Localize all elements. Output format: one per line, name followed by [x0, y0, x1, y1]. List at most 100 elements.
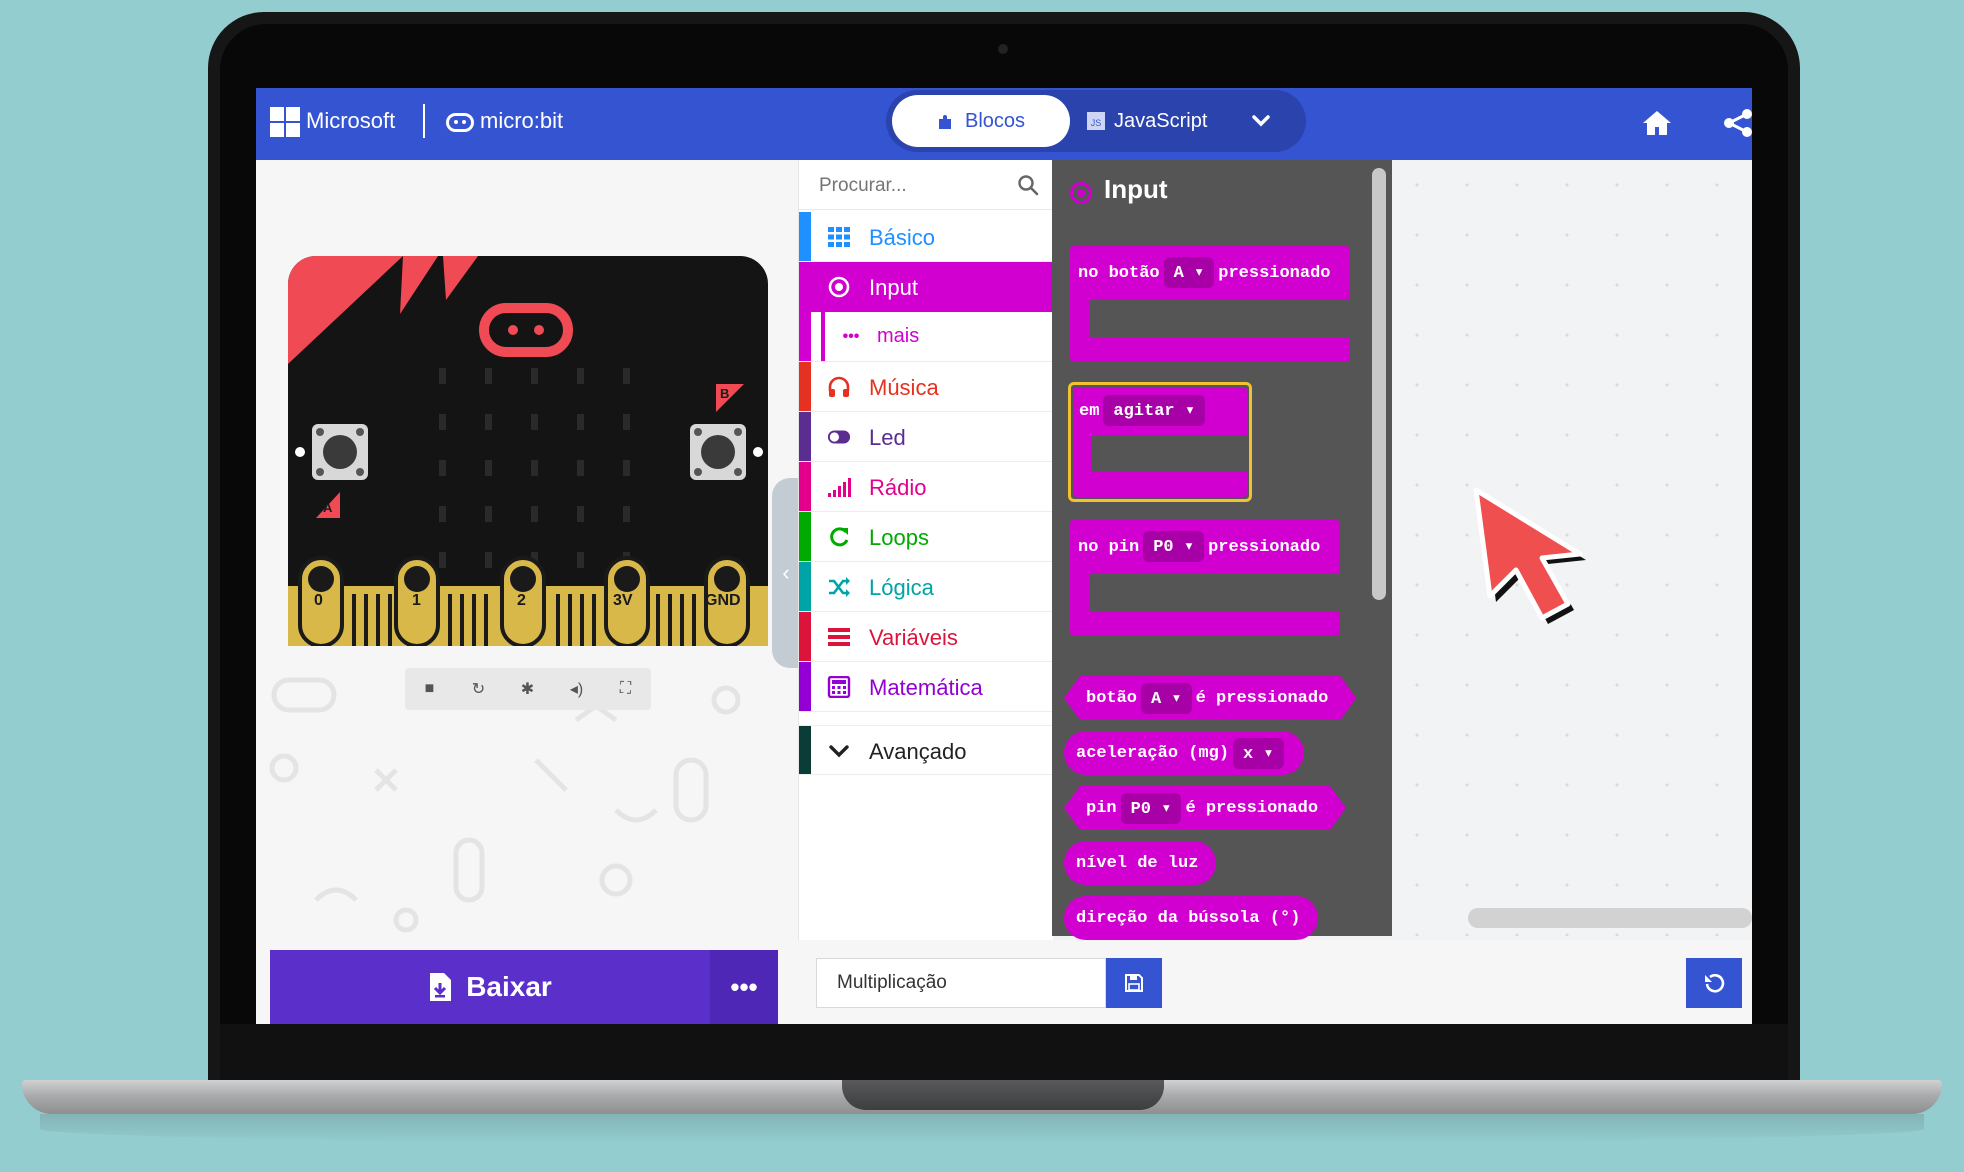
toolbox: Básico Input ••• mais Música Led Rádio — [798, 160, 1053, 940]
category-label: Led — [869, 425, 906, 450]
category-radio[interactable]: Rádio — [799, 462, 1053, 512]
category-loops[interactable]: Loops — [799, 512, 1053, 562]
workspace-scrollbar[interactable] — [1468, 908, 1752, 928]
category-label: Música — [869, 375, 939, 400]
grid-icon — [828, 227, 850, 247]
home-icon[interactable] — [1640, 106, 1674, 140]
category-label: Rádio — [869, 475, 927, 500]
block-pin-is-pressed[interactable]: pin P0 ▾ é pressionado — [1064, 786, 1346, 830]
more-icon: ••• — [842, 328, 860, 345]
toggle-icon — [827, 430, 851, 444]
category-input[interactable]: Input — [799, 262, 1053, 312]
block-button-is-pressed[interactable]: botão A ▾ é pressionado — [1064, 676, 1356, 720]
chevron-left-icon: ‹ — [782, 560, 790, 585]
category-label: Avançado — [869, 739, 967, 764]
stop-icon[interactable]: ■ — [405, 668, 454, 710]
target-icon — [828, 276, 850, 298]
category-label: mais — [877, 325, 920, 347]
category-matematica[interactable]: Matemática — [799, 662, 1053, 712]
category-variaveis[interactable]: Variáveis — [799, 612, 1053, 662]
microsoft-logo-icon — [270, 107, 300, 137]
category-logica[interactable]: Lógica — [799, 562, 1053, 612]
brand-divider — [423, 104, 425, 138]
tab-blocks-label: Blocos — [964, 109, 1026, 132]
search-input[interactable] — [817, 173, 1001, 199]
search-icon[interactable] — [1017, 174, 1039, 196]
tab-javascript-label: JavaScript — [1114, 109, 1208, 132]
pin-dropdown[interactable]: P0 ▾ — [1121, 793, 1182, 824]
signal-icon — [828, 478, 851, 497]
microbit-logo-icon — [446, 113, 474, 132]
brand-microbit[interactable]: micro:bit — [480, 108, 563, 134]
category-input-more[interactable]: ••• mais — [799, 312, 1053, 362]
debug-icon[interactable]: ✱ — [503, 668, 552, 710]
simulator-toolbar: ■ ↻ ✱ ◂) ⛶ — [405, 668, 651, 710]
category-label: Básico — [869, 225, 936, 250]
axis-dropdown[interactable]: x ▾ — [1233, 737, 1284, 769]
tab-blocks[interactable]: Blocos — [892, 95, 1070, 147]
category-musica[interactable]: Música — [799, 362, 1053, 412]
category-label: Matemática — [869, 675, 983, 700]
tab-javascript[interactable]: JS JavaScript — [1086, 95, 1236, 147]
project-name-input[interactable] — [816, 958, 1106, 1008]
sound-icon[interactable]: ◂) — [552, 668, 601, 710]
puzzle-icon — [938, 115, 951, 129]
laptop-notch — [842, 1080, 1164, 1110]
webcam — [998, 44, 1008, 54]
block-text: pressionado — [1218, 264, 1331, 283]
js-file-icon: JS — [1087, 112, 1105, 130]
more-icon: ••• — [730, 971, 758, 1002]
fullscreen-icon[interactable]: ⛶ — [601, 668, 650, 710]
button-dropdown[interactable]: A ▾ — [1163, 257, 1215, 288]
simulator-pane: 0 1 2 3V GND A B ■ ↻ ✱ ◂) ⛶ — [256, 160, 798, 940]
svg-text:JS: JS — [1091, 118, 1102, 128]
save-button[interactable] — [1106, 958, 1162, 1008]
headphones-icon — [828, 376, 850, 397]
block-on-pin-pressed[interactable]: no pin P0 ▾ pressionado — [1070, 520, 1340, 636]
header-bar: Microsoft micro:bit Blocos JS JavaScript — [256, 88, 1752, 160]
block-compass-heading[interactable]: direção da bússola (°) — [1064, 896, 1319, 940]
brand-microsoft[interactable]: Microsoft — [306, 108, 395, 134]
chevron-down-icon[interactable] — [1246, 106, 1276, 136]
calculator-icon — [827, 676, 851, 698]
block-text: pressionado — [1208, 538, 1321, 557]
block-text: no botão — [1078, 264, 1160, 283]
category-label: Input — [869, 275, 918, 300]
block-on-gesture-highlighted[interactable]: em agitar ▾ — [1068, 382, 1252, 502]
pin-dropdown[interactable]: P0 ▾ — [1143, 531, 1205, 562]
collapse-simulator-button[interactable]: ‹ — [772, 478, 800, 668]
lines-icon — [828, 628, 850, 646]
block-text: no pin — [1078, 538, 1140, 557]
category-label: Lógica — [869, 575, 934, 600]
restart-icon[interactable]: ↻ — [454, 668, 503, 710]
download-label: Baixar — [466, 971, 552, 1002]
category-label: Loops — [869, 525, 929, 550]
laptop-shadow — [40, 1114, 1924, 1144]
loop-icon — [830, 527, 849, 547]
block-flyout: Input no botão A ▾ pressionado em agitar ▾ — [1052, 160, 1392, 940]
button-dropdown[interactable]: A ▾ — [1141, 683, 1192, 714]
toolbox-search — [799, 160, 1053, 210]
block-acceleration[interactable]: aceleração (mg) x ▾ — [1064, 731, 1304, 775]
screen: Microsoft micro:bit Blocos JS JavaScript — [256, 88, 1752, 1024]
category-avancado[interactable]: Avançado — [799, 725, 1053, 775]
download-button[interactable]: Baixar — [270, 950, 710, 1024]
category-basico[interactable]: Básico — [799, 212, 1053, 262]
chevron-down-icon — [829, 745, 849, 758]
block-light-level[interactable]: nível de luz — [1064, 841, 1217, 885]
block-text: em — [1079, 402, 1100, 421]
button-b-label: B — [720, 386, 730, 401]
category-led[interactable]: Led — [799, 412, 1053, 462]
block-on-button-pressed[interactable]: no botão A ▾ pressionado — [1070, 246, 1350, 362]
save-icon — [1125, 974, 1143, 992]
category-label: Variáveis — [869, 625, 958, 650]
download-more-button[interactable]: ••• — [710, 950, 778, 1024]
flyout-scrollbar[interactable] — [1372, 168, 1386, 600]
download-file-icon — [430, 973, 452, 1001]
button-a-label: A — [323, 500, 333, 515]
gesture-dropdown[interactable]: agitar ▾ — [1103, 395, 1206, 426]
share-icon[interactable] — [1721, 106, 1752, 140]
undo-button[interactable] — [1686, 958, 1742, 1008]
undo-icon — [1705, 974, 1725, 993]
target-icon — [1070, 182, 1092, 204]
